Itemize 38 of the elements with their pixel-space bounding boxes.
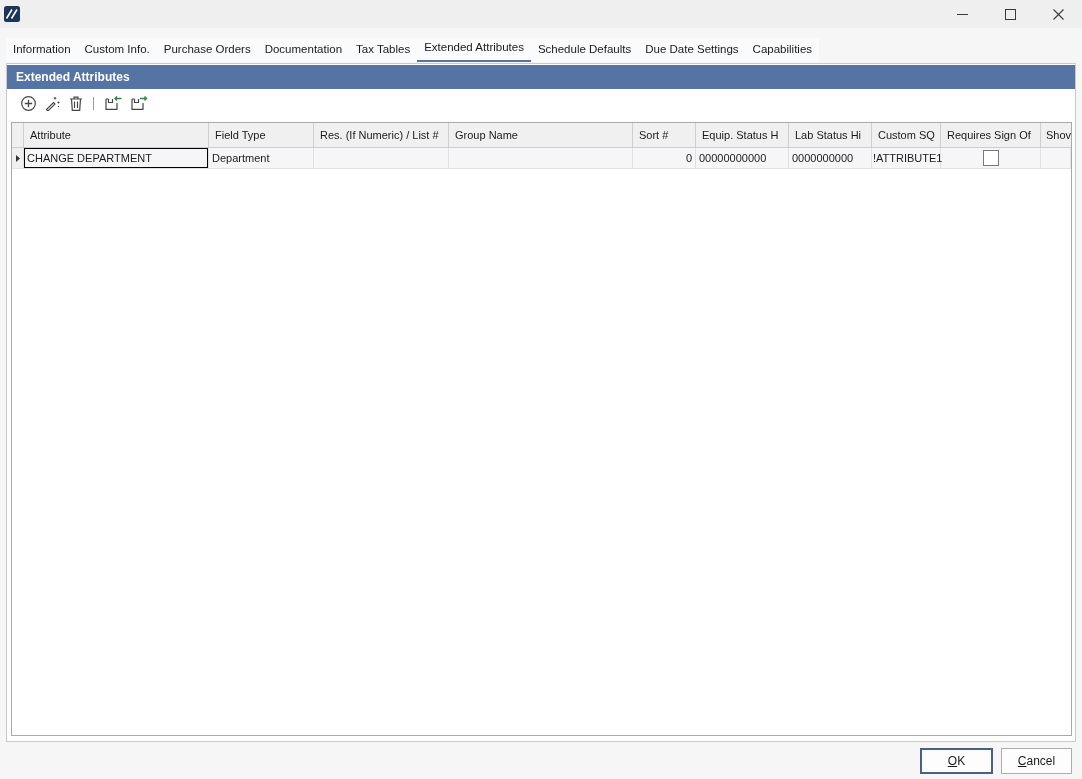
plus-circle-icon[interactable] — [21, 95, 36, 111]
column-header[interactable]: Sort # — [633, 123, 696, 147]
tab[interactable]: Documentation — [257, 38, 350, 62]
column-header[interactable]: Lab Status Hi — [789, 123, 872, 147]
tab[interactable]: Custom Info. — [77, 38, 157, 62]
column-header[interactable]: Group Name — [449, 123, 633, 147]
tab[interactable]: Information — [6, 38, 78, 62]
table-cell: 0000000000 — [789, 148, 872, 168]
table-cell: Department — [209, 148, 314, 168]
column-header[interactable]: Custom SQ — [872, 123, 941, 147]
tab[interactable]: Due Date Settings — [638, 38, 746, 62]
tray-arrow-right-icon[interactable] — [131, 96, 148, 110]
tray-arrow-left-icon[interactable] — [105, 96, 122, 110]
table-cell: !ATTRIBUTE1 — [872, 148, 941, 168]
minimize-icon[interactable] — [956, 13, 968, 15]
table-cell: 00000000000 — [696, 148, 789, 168]
column-header[interactable]: Res. (If Numeric) / List # — [314, 123, 449, 147]
table-row[interactable]: CHANGE DEPARTMENT Department 0 00000000000 0000000000 !ATTRIBUTE1 — [12, 148, 1071, 169]
panel-header: Extended Attributes — [7, 65, 1075, 89]
tab[interactable]: Purchase Orders — [156, 38, 258, 62]
column-header[interactable]: Shov — [1041, 123, 1071, 147]
tab[interactable]: Schedule Defaults — [530, 38, 639, 62]
column-header[interactable]: Requires Sign Of — [941, 123, 1041, 147]
table-cell: CHANGE DEPARTMENT — [24, 148, 209, 168]
checkbox[interactable] — [982, 150, 999, 166]
dialog-button[interactable]: Cancel — [1001, 747, 1072, 774]
column-header[interactable]: Field Type — [209, 123, 314, 147]
column-header[interactable]: Equip. Status H — [696, 123, 789, 147]
magic-wand-icon[interactable] — [45, 95, 60, 111]
tab[interactable]: Capabilities — [745, 38, 820, 62]
app-logo-icon — [4, 6, 20, 22]
trash-icon[interactable] — [69, 95, 83, 111]
maximize-icon[interactable] — [1004, 8, 1016, 20]
close-icon[interactable] — [1052, 8, 1064, 20]
table-cell: 0 — [633, 148, 696, 168]
dialog-button[interactable]: OK — [920, 747, 993, 774]
tab[interactable]: Tax Tables — [349, 38, 418, 62]
column-header[interactable]: Attribute — [24, 123, 209, 147]
